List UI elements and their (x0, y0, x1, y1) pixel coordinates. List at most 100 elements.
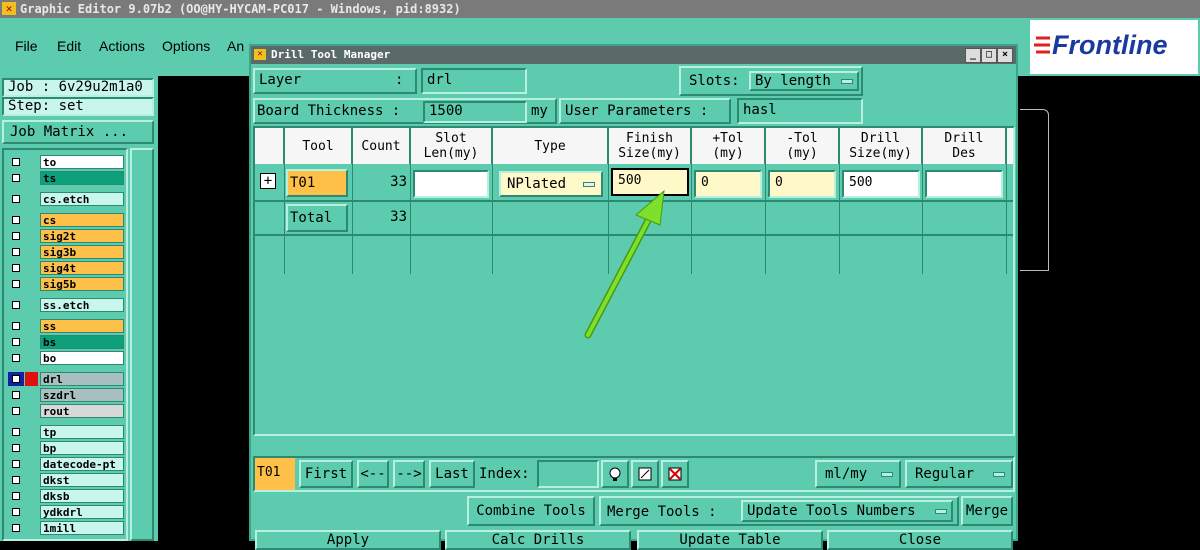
last-button[interactable]: Last (429, 460, 475, 488)
layer-checkbox[interactable] (8, 457, 24, 471)
slot-len-input[interactable] (413, 170, 489, 198)
layer-item-bp[interactable]: bp (8, 441, 124, 455)
user-parameters-input[interactable]: hasl (737, 98, 863, 124)
layer-item-sig3b[interactable]: sig3b (8, 245, 124, 259)
layer-checkbox[interactable] (8, 298, 24, 312)
update-table-button[interactable]: Update Table (637, 530, 823, 550)
left-panel: Job : 6v29u2m1a0 Step: set Job Matrix ..… (0, 76, 158, 541)
layer-checkbox[interactable] (8, 245, 24, 259)
apply-button[interactable]: Apply (255, 530, 441, 550)
menu-file[interactable]: File (15, 38, 38, 54)
layer-item-szdrl[interactable]: szdrl (8, 388, 124, 402)
layer-item-cs-etch[interactable]: cs.etch (8, 192, 124, 206)
maximize-icon[interactable]: □ (981, 48, 997, 63)
board-thickness-input[interactable]: 1500 (423, 101, 527, 123)
close-icon[interactable]: × (997, 48, 1013, 63)
plus-tol-input[interactable]: 0 (694, 170, 762, 198)
layer-item-ts[interactable]: ts (8, 171, 124, 185)
next-button[interactable]: --> (393, 460, 425, 488)
layer-checkbox[interactable] (8, 261, 24, 275)
expand-icon[interactable]: + (260, 173, 276, 189)
layer-item-ss-etch[interactable]: ss.etch (8, 298, 124, 312)
layer-checkbox[interactable] (8, 213, 24, 227)
layer-checkbox[interactable] (8, 155, 24, 169)
layer-item-dkst[interactable]: dkst (8, 473, 124, 487)
menu-options[interactable]: Options (162, 38, 210, 54)
layer-item-ss[interactable]: ss (8, 319, 124, 333)
type-value: NPlated (507, 176, 567, 192)
minimize-icon[interactable]: _ (965, 48, 981, 63)
header-tool: Tool (285, 128, 353, 164)
layer-checkbox[interactable] (8, 505, 24, 519)
delete-icon[interactable] (661, 460, 689, 488)
prev-button[interactable]: <-- (357, 460, 389, 488)
job-matrix-button[interactable]: Job Matrix ... (2, 120, 154, 144)
layer-name: ss.etch (40, 298, 124, 312)
layer-name: sig4t (40, 261, 124, 275)
layer-checkbox[interactable] (8, 277, 24, 291)
layer-input[interactable]: drl (421, 68, 527, 94)
layer-item-sig2t[interactable]: sig2t (8, 229, 124, 243)
layer-checkbox[interactable] (8, 425, 24, 439)
drill-size-input[interactable]: 500 (842, 170, 920, 198)
layer-item-bs[interactable]: bs (8, 335, 124, 349)
layer-item-dksb[interactable]: dksb (8, 489, 124, 503)
user-parameters-button[interactable]: User Parameters : (559, 98, 731, 124)
close-button[interactable]: Close (827, 530, 1013, 550)
layer-checkbox[interactable] (8, 372, 24, 386)
layer-item-tp[interactable]: tp (8, 425, 124, 439)
layer-checkbox[interactable] (8, 404, 24, 418)
layer-item-sig4t[interactable]: sig4t (8, 261, 124, 275)
index-input[interactable] (537, 460, 599, 488)
dialog-icon: ✕ (254, 49, 266, 60)
mode-dropdown[interactable]: Regular (905, 460, 1013, 488)
tool-cell[interactable]: T01 (286, 169, 348, 197)
layer-name: dksb (40, 489, 124, 503)
board-thickness-group: Board Thickness : 1500 my (253, 98, 557, 124)
menu-edit[interactable]: Edit (57, 38, 81, 54)
layer-item-to[interactable]: to (8, 155, 124, 169)
canvas-area[interactable] (1020, 76, 1200, 541)
layer-checkbox[interactable] (8, 489, 24, 503)
units-dropdown[interactable]: ml/my (815, 460, 901, 488)
layer-name: tp (40, 425, 124, 439)
search-icon[interactable] (601, 460, 629, 488)
menu-analysis[interactable]: An (227, 38, 244, 54)
layer-checkbox[interactable] (8, 319, 24, 333)
layer-item-sig5b[interactable]: sig5b (8, 277, 124, 291)
calc-drills-button[interactable]: Calc Drills (445, 530, 631, 550)
layer-item-bo[interactable]: bo (8, 351, 124, 365)
layer-checkbox[interactable] (8, 441, 24, 455)
drill-des-input[interactable] (925, 170, 1003, 198)
layer-checkbox[interactable] (8, 171, 24, 185)
step-label: Step: set (2, 97, 154, 116)
edit-icon[interactable] (631, 460, 659, 488)
merge-button[interactable]: Merge (961, 496, 1013, 526)
layer-item-cs[interactable]: cs (8, 213, 124, 227)
layer-checkbox[interactable] (8, 335, 24, 349)
first-button[interactable]: First (299, 460, 353, 488)
option-menu-icon (841, 79, 853, 84)
layer-checkbox[interactable] (8, 388, 24, 402)
layer-checkbox[interactable] (8, 473, 24, 487)
header-drill-size: Drill Size(my) (840, 128, 923, 164)
layer-item-ydkdrl[interactable]: ydkdrl (8, 505, 124, 519)
layer-checkbox[interactable] (8, 521, 24, 535)
layer-label: Layer (259, 72, 302, 88)
current-tool-indicator: T01 (255, 458, 295, 490)
layer-item-rout[interactable]: rout (8, 404, 124, 418)
slots-dropdown[interactable]: By length (749, 71, 859, 91)
layer-checkbox[interactable] (8, 192, 24, 206)
layer-list-scrollbar[interactable] (130, 148, 154, 541)
update-tools-numbers-dropdown[interactable]: Update Tools Numbers (741, 500, 953, 522)
layer-checkbox[interactable] (8, 351, 24, 365)
layer-item-1mill[interactable]: 1mill (8, 521, 124, 535)
layer-item-datecode-pt[interactable]: datecode-pt (8, 457, 124, 471)
layer-item-drl[interactable]: drl (8, 372, 124, 386)
layer-checkbox[interactable] (8, 229, 24, 243)
menu-actions[interactable]: Actions (99, 38, 145, 54)
annotation-arrow-icon (584, 189, 665, 339)
minus-tol-input[interactable]: 0 (768, 170, 836, 198)
layer-name: bp (40, 441, 124, 455)
combine-tools-button[interactable]: Combine Tools (467, 496, 595, 526)
